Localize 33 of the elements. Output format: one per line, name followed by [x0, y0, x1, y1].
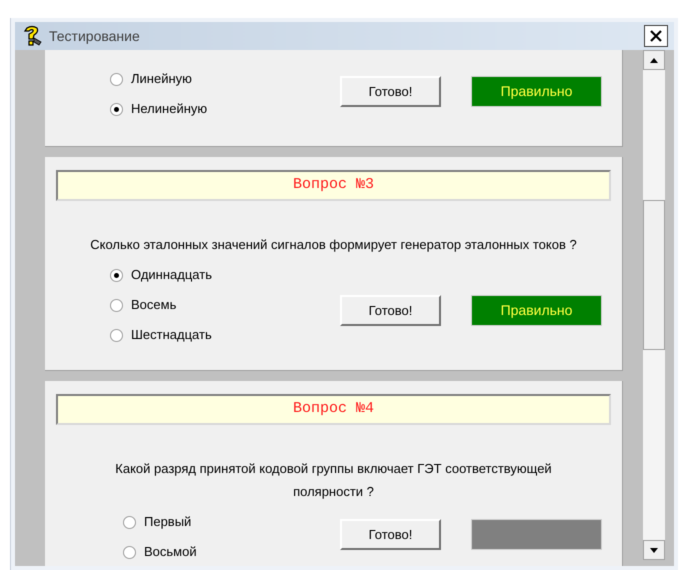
result-label: Правильно [471, 76, 602, 107]
scroll-thumb[interactable] [643, 200, 665, 350]
option-label: Нелинейную [131, 100, 208, 118]
question-text: Сколько эталонных значений сигналов формирует генератор эталонных токов ? [89, 236, 578, 254]
radio-button[interactable] [110, 268, 123, 282]
radio-button[interactable] [110, 298, 123, 312]
result-label: Правильно [471, 295, 602, 326]
close-icon [650, 30, 662, 42]
radio-button[interactable] [110, 328, 123, 342]
option-label: Первый [144, 513, 192, 532]
radio-button[interactable] [123, 546, 136, 558]
down-arrow-icon [650, 548, 658, 552]
radio-button[interactable] [123, 516, 136, 528]
done-button[interactable]: Готово! [340, 76, 441, 107]
window-title: Тестирование [49, 26, 140, 46]
scroll-down-button[interactable] [643, 540, 665, 560]
radio-button[interactable] [110, 102, 123, 116]
option-label: Восьмой [144, 543, 197, 562]
close-button[interactable] [644, 25, 668, 47]
option-label: Шестнадцать [131, 326, 212, 344]
question-mark-icon [21, 25, 43, 47]
scrollbar[interactable] [643, 50, 665, 560]
scroll-up-button[interactable] [643, 50, 665, 70]
question-text: Какой разряд принятой кодовой группы включает ГЭТ соответствующей полярности ? [114, 460, 553, 501]
radio-button[interactable] [110, 72, 123, 86]
option-label: Одиннадцать [131, 266, 212, 284]
question-header: Вопрос №4 [56, 394, 611, 425]
question-header: Вопрос №3 [56, 170, 611, 201]
option-label: Линейную [131, 70, 192, 88]
option-label: Восемь [131, 296, 176, 314]
done-button[interactable]: Готово! [340, 295, 441, 326]
up-arrow-icon [650, 58, 658, 62]
done-button[interactable]: Готово! [340, 519, 441, 550]
